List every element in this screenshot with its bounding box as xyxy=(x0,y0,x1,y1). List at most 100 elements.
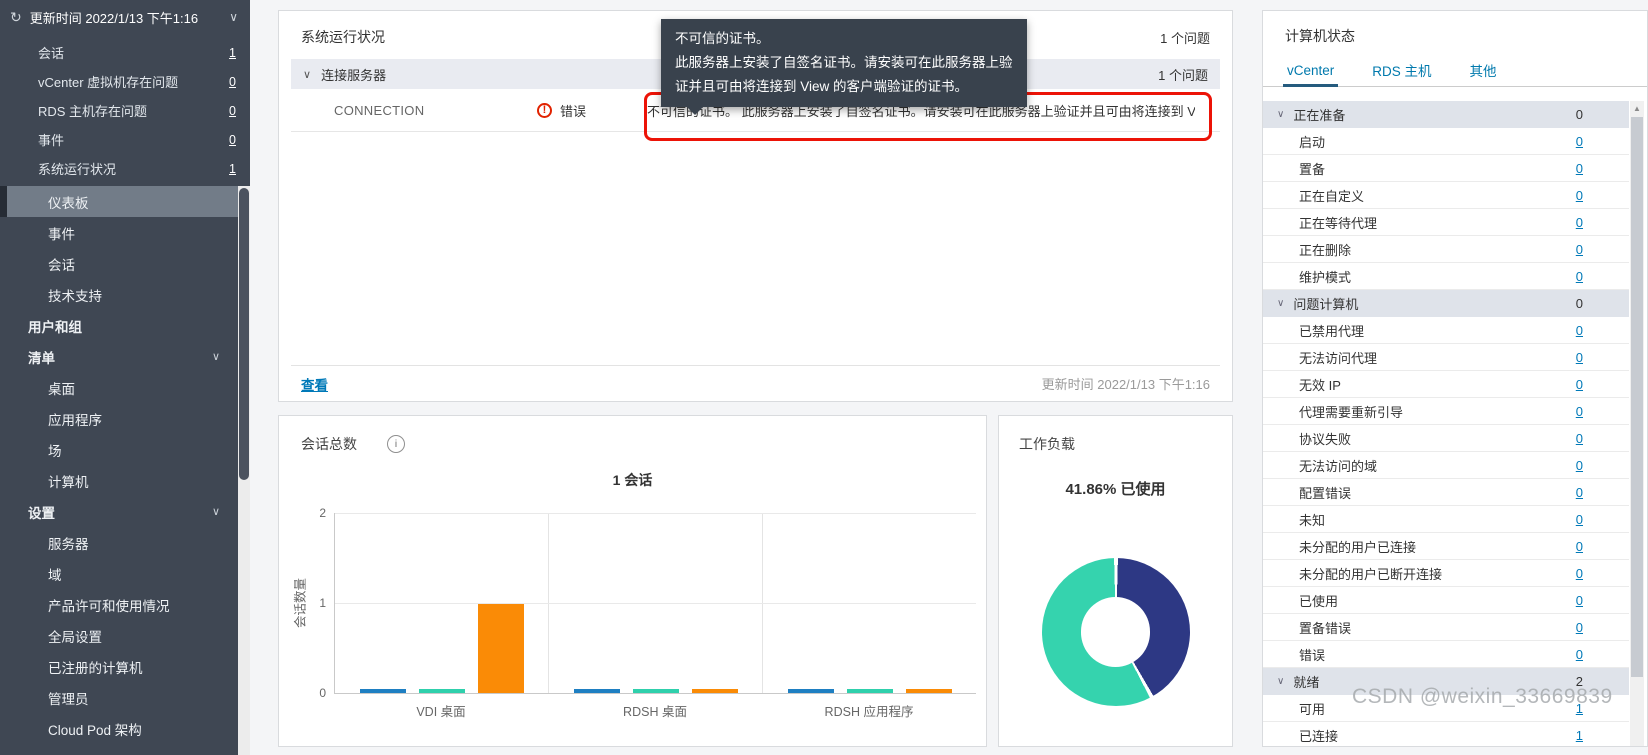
status-row[interactable]: 配置错误 0 xyxy=(1263,479,1629,506)
status-count-link[interactable]: 0 xyxy=(1576,188,1583,203)
sidebar-alert-rds-host-issues[interactable]: RDS 主机存在问题 0 xyxy=(0,96,250,125)
bar-orange[interactable] xyxy=(691,689,738,693)
sidebar-alert-sessions[interactable]: 会话 1 xyxy=(0,38,250,67)
sidebar-alert-vcenter-vm-issues[interactable]: vCenter 虚拟机存在问题 0 xyxy=(0,67,250,96)
status-row[interactable]: 维护模式 0 xyxy=(1263,263,1629,290)
sidebar-item-applications[interactable]: 应用程序 xyxy=(0,403,238,434)
bar-teal[interactable] xyxy=(846,689,893,693)
alert-count-link[interactable]: 0 xyxy=(229,133,236,147)
status-row[interactable]: 正在自定义 0 xyxy=(1263,182,1629,209)
view-link[interactable]: 查看 xyxy=(301,374,328,394)
status-row[interactable]: 已连接 1 xyxy=(1263,722,1629,746)
status-count-link[interactable]: 0 xyxy=(1576,215,1583,230)
bar-orange[interactable] xyxy=(905,689,952,693)
status-group-row[interactable]: ∨ 问题计算机 0 xyxy=(1263,290,1629,317)
sidebar-scrollbar-thumb[interactable] xyxy=(239,188,249,480)
sidebar-item-servers[interactable]: 服务器 xyxy=(0,527,238,558)
status-count-link[interactable]: 1 xyxy=(1576,728,1583,743)
status-count-link[interactable]: 0 xyxy=(1576,512,1583,527)
alert-count-link[interactable]: 0 xyxy=(229,104,236,118)
chevron-down-icon[interactable]: ∨ xyxy=(229,10,238,24)
status-count-link[interactable]: 0 xyxy=(1576,539,1583,554)
status-row[interactable]: 无法访问代理 0 xyxy=(1263,344,1629,371)
sidebar-item-help-desk[interactable]: 技术支持 xyxy=(0,279,238,310)
sidebar-item-desktops[interactable]: 桌面 xyxy=(0,372,238,403)
sidebar-item-domains[interactable]: 域 xyxy=(0,558,238,589)
sidebar-refresh-header[interactable]: ↻ 更新时间 2022/1/13 下午1:16 ∨ xyxy=(0,0,250,34)
sidebar-item-settings[interactable]: 设置 ∨ xyxy=(0,496,238,527)
status-count-link[interactable]: 0 xyxy=(1576,620,1583,635)
sidebar-item-events[interactable]: 事件 xyxy=(0,217,238,248)
bar-blue[interactable] xyxy=(573,689,620,693)
chevron-down-icon[interactable]: ∨ xyxy=(212,505,220,518)
status-count-link[interactable]: 0 xyxy=(1576,350,1583,365)
status-row[interactable]: 代理需要重新引导 0 xyxy=(1263,398,1629,425)
tab-vcenter[interactable]: vCenter xyxy=(1282,54,1339,87)
sidebar-item-cloud-pod[interactable]: Cloud Pod 架构 xyxy=(0,713,238,744)
bar-teal[interactable] xyxy=(632,689,679,693)
status-row[interactable]: 错误 0 xyxy=(1263,641,1629,668)
status-row[interactable]: 无法访问的域 0 xyxy=(1263,452,1629,479)
status-row[interactable]: 正在等待代理 0 xyxy=(1263,209,1629,236)
sidebar-item-users-and-groups[interactable]: 用户和组 xyxy=(0,310,238,341)
machine-list-scrollbar[interactable]: ▲ xyxy=(1630,101,1644,746)
status-count-link[interactable]: 1 xyxy=(1576,701,1583,716)
bar-blue[interactable] xyxy=(359,689,406,693)
sidebar-item-dashboard[interactable]: 仪表板 xyxy=(0,186,238,217)
status-row[interactable]: 未分配的用户已连接 0 xyxy=(1263,533,1629,560)
sidebar-item-machines[interactable]: 计算机 xyxy=(0,465,238,496)
status-count-link[interactable]: 0 xyxy=(1576,647,1583,662)
status-count-link[interactable]: 0 xyxy=(1576,485,1583,500)
alert-count-link[interactable]: 0 xyxy=(229,75,236,89)
chevron-down-icon[interactable]: ∨ xyxy=(303,68,311,81)
sidebar-item-farms[interactable]: 场 xyxy=(0,434,238,465)
status-row[interactable]: 正在删除 0 xyxy=(1263,236,1629,263)
status-count-link[interactable]: 0 xyxy=(1576,161,1583,176)
tab-others[interactable]: 其他 xyxy=(1470,54,1497,86)
alert-count-link[interactable]: 1 xyxy=(229,46,236,60)
chevron-down-icon[interactable]: ∨ xyxy=(212,350,220,363)
sidebar-alert-system-health[interactable]: 系统运行状况 1 xyxy=(0,154,250,183)
sidebar-item-registered-machines[interactable]: 已注册的计算机 xyxy=(0,651,238,682)
status-count-link[interactable]: 0 xyxy=(1576,593,1583,608)
sidebar-item-global-settings[interactable]: 全局设置 xyxy=(0,620,238,651)
status-count-link[interactable]: 0 xyxy=(1576,134,1583,149)
chevron-down-icon[interactable]: ∨ xyxy=(1277,676,1284,687)
machine-list-scrollbar-thumb[interactable] xyxy=(1631,117,1643,677)
chevron-down-icon[interactable]: ∨ xyxy=(1277,109,1284,120)
status-row[interactable]: 已使用 0 xyxy=(1263,587,1629,614)
bar-blue[interactable] xyxy=(787,689,834,693)
sidebar-item-administrators[interactable]: 管理员 xyxy=(0,682,238,713)
sidebar-item-licensing-usage[interactable]: 产品许可和使用情况 xyxy=(0,589,238,620)
sidebar-item-inventory[interactable]: 清单 ∨ xyxy=(0,341,238,372)
status-row[interactable]: 可用 1 xyxy=(1263,695,1629,722)
status-count-link[interactable]: 0 xyxy=(1576,404,1583,419)
status-row[interactable]: 协议失败 0 xyxy=(1263,425,1629,452)
status-row[interactable]: 无效 IP 0 xyxy=(1263,371,1629,398)
status-group-row[interactable]: ∨ 正在准备 0 xyxy=(1263,101,1629,128)
alert-count-link[interactable]: 1 xyxy=(229,162,236,176)
info-icon[interactable]: i xyxy=(387,435,405,453)
status-count-link[interactable]: 0 xyxy=(1576,269,1583,284)
status-row[interactable]: 未分配的用户已断开连接 0 xyxy=(1263,560,1629,587)
sidebar-scrollbar[interactable] xyxy=(238,186,250,755)
status-count-link[interactable]: 0 xyxy=(1576,242,1583,257)
scrollbar-up-arrow-icon[interactable]: ▲ xyxy=(1630,101,1644,116)
sidebar-item-sessions[interactable]: 会话 xyxy=(0,248,238,279)
bar-orange[interactable] xyxy=(477,603,524,693)
status-count-link[interactable]: 0 xyxy=(1576,458,1583,473)
status-group-row[interactable]: ∨ 就绪 2 xyxy=(1263,668,1629,695)
tab-rds-host[interactable]: RDS 主机 xyxy=(1372,54,1431,86)
sidebar-alert-events[interactable]: 事件 0 xyxy=(0,125,250,154)
status-row[interactable]: 未知 0 xyxy=(1263,506,1629,533)
status-count-link[interactable]: 0 xyxy=(1576,377,1583,392)
status-row[interactable]: 已禁用代理 0 xyxy=(1263,317,1629,344)
status-count-link[interactable]: 0 xyxy=(1576,566,1583,581)
status-count-link[interactable]: 0 xyxy=(1576,323,1583,338)
status-row[interactable]: 置备错误 0 xyxy=(1263,614,1629,641)
chevron-down-icon[interactable]: ∨ xyxy=(1277,298,1284,309)
status-row[interactable]: 置备 0 xyxy=(1263,155,1629,182)
status-row[interactable]: 启动 0 xyxy=(1263,128,1629,155)
bar-teal[interactable] xyxy=(418,689,465,693)
refresh-icon[interactable]: ↻ xyxy=(10,9,22,26)
